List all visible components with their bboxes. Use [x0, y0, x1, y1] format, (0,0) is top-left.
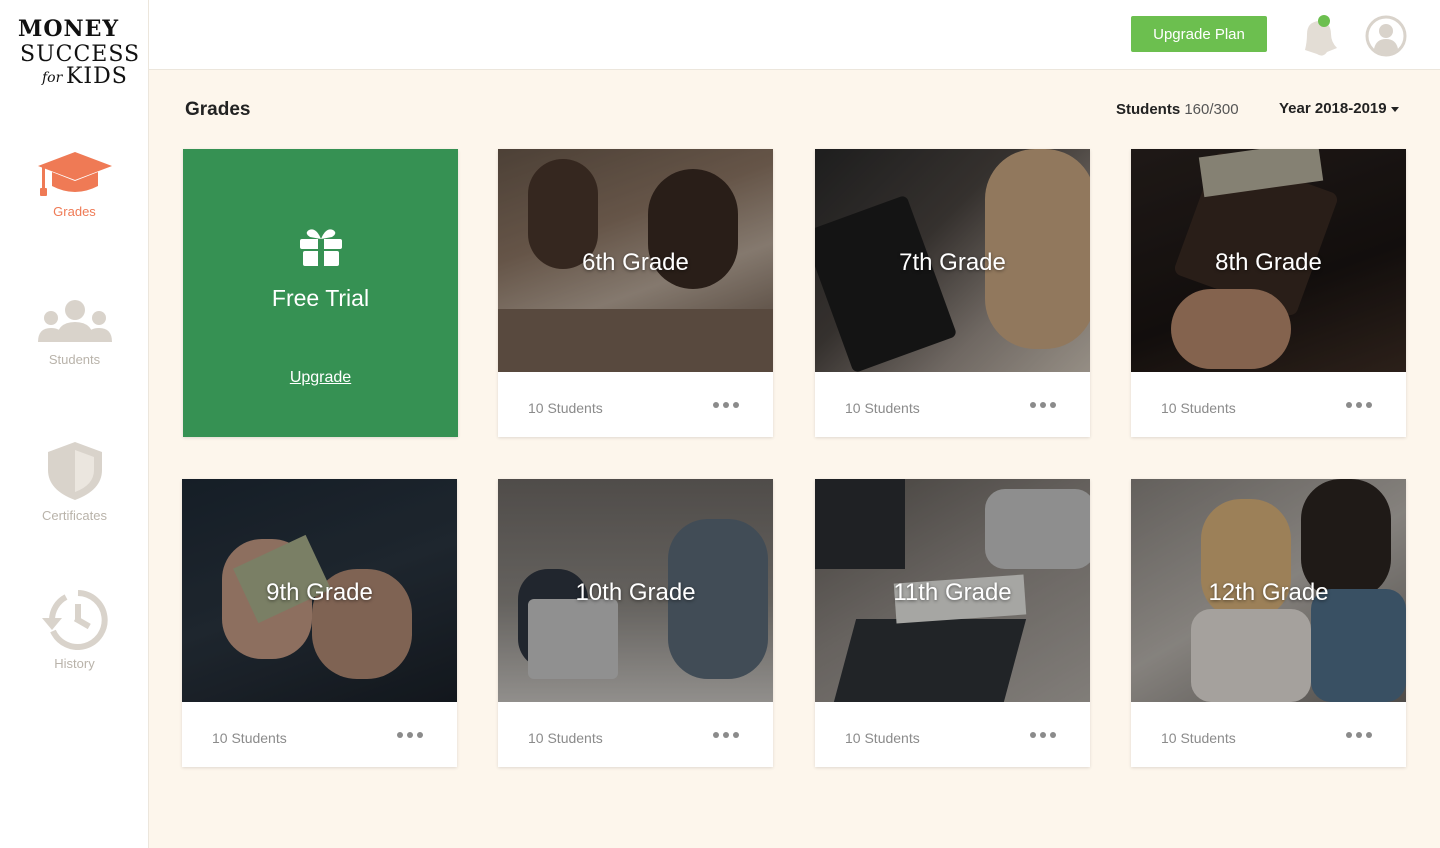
- sidebar-item-label: History: [54, 656, 95, 671]
- history-icon: [41, 590, 108, 650]
- upgrade-plan-button[interactable]: Upgrade Plan: [1131, 16, 1267, 52]
- sidebar-item-label: Grades: [53, 204, 96, 219]
- page-title: Grades: [185, 99, 251, 120]
- more-options-icon[interactable]: [713, 729, 743, 741]
- grade-photo: 7th Grade: [815, 149, 1090, 372]
- more-options-icon[interactable]: [1346, 729, 1376, 741]
- users-icon: [37, 300, 112, 342]
- grade-card-11th[interactable]: 11th Grade 10 Students: [815, 479, 1090, 767]
- more-options-icon[interactable]: [713, 399, 743, 411]
- grade-title: 6th Grade: [582, 249, 689, 276]
- year-dropdown[interactable]: Year 2018-2019: [1279, 100, 1399, 117]
- upgrade-link[interactable]: Upgrade: [183, 369, 458, 387]
- logo-line-3a: for: [42, 70, 63, 86]
- more-options-icon[interactable]: [1030, 729, 1060, 741]
- more-options-icon[interactable]: [1346, 399, 1376, 411]
- logo-line-1: MONEY: [18, 16, 120, 42]
- logo-line-3b: KIDS: [66, 64, 128, 89]
- student-count: 10 Students: [1161, 730, 1236, 746]
- students-count-value: 160/300: [1184, 101, 1239, 118]
- sidebar-item-grades[interactable]: Grades: [0, 150, 149, 219]
- sidebar-item-students[interactable]: Students: [0, 298, 149, 367]
- bell-icon[interactable]: [1297, 14, 1341, 58]
- student-count: 10 Students: [528, 730, 603, 746]
- notification-dot: [1318, 15, 1330, 27]
- student-count: 10 Students: [528, 400, 603, 416]
- gift-icon: [300, 229, 342, 266]
- grade-card-9th[interactable]: 9th Grade 10 Students: [182, 479, 457, 767]
- sidebar-item-label: Certificates: [41, 508, 108, 523]
- free-trial-card[interactable]: Free Trial Upgrade: [183, 149, 458, 437]
- year-dropdown-label: Year 2018-2019: [1279, 100, 1387, 117]
- sidebar-item-certificates[interactable]: Certificates: [0, 440, 149, 523]
- topbar: Upgrade Plan: [149, 0, 1440, 70]
- grade-title: 12th Grade: [1208, 579, 1329, 606]
- app-logo[interactable]: MONEY SUCCESS for KIDS: [14, 14, 139, 96]
- grade-card-6th[interactable]: 6th Grade 10 Students: [498, 149, 773, 437]
- student-count: 10 Students: [845, 730, 920, 746]
- grade-card-12th[interactable]: 12th Grade 10 Students: [1131, 479, 1406, 767]
- grade-photo: 9th Grade: [182, 479, 457, 702]
- grade-title: 10th Grade: [575, 579, 696, 606]
- students-count-label: Students: [1116, 101, 1181, 118]
- grade-photo: 11th Grade: [815, 479, 1090, 702]
- grade-title: 7th Grade: [899, 249, 1006, 276]
- grade-title: 11th Grade: [893, 579, 1012, 606]
- more-options-icon[interactable]: [397, 729, 427, 741]
- more-options-icon[interactable]: [1030, 399, 1060, 411]
- sidebar-item-history[interactable]: History: [0, 590, 149, 671]
- grade-title: 9th Grade: [266, 579, 373, 606]
- free-trial-title: Free Trial: [271, 285, 370, 311]
- shield-icon: [47, 442, 102, 500]
- grade-photo: 8th Grade: [1131, 149, 1406, 372]
- grade-photo: 12th Grade: [1131, 479, 1406, 702]
- grade-photo: 10th Grade: [498, 479, 773, 702]
- sidebar-item-label: Students: [48, 352, 101, 367]
- grade-photo: 6th Grade: [498, 149, 773, 372]
- grade-title: 8th Grade: [1215, 249, 1322, 276]
- sidebar: MONEY SUCCESS for KIDS Grades Students C…: [0, 0, 149, 848]
- student-count: 10 Students: [212, 730, 287, 746]
- student-count: 10 Students: [1161, 400, 1236, 416]
- avatar[interactable]: [1365, 15, 1407, 57]
- grade-card-7th[interactable]: 7th Grade 10 Students: [815, 149, 1090, 437]
- caret-down-icon: [1390, 106, 1399, 112]
- student-count: 10 Students: [845, 400, 920, 416]
- graduation-cap-icon: [37, 152, 112, 196]
- grade-card-10th[interactable]: 10th Grade 10 Students: [498, 479, 773, 767]
- students-count: Students 160/300: [1116, 101, 1239, 118]
- grade-card-8th[interactable]: 8th Grade 10 Students: [1131, 149, 1406, 437]
